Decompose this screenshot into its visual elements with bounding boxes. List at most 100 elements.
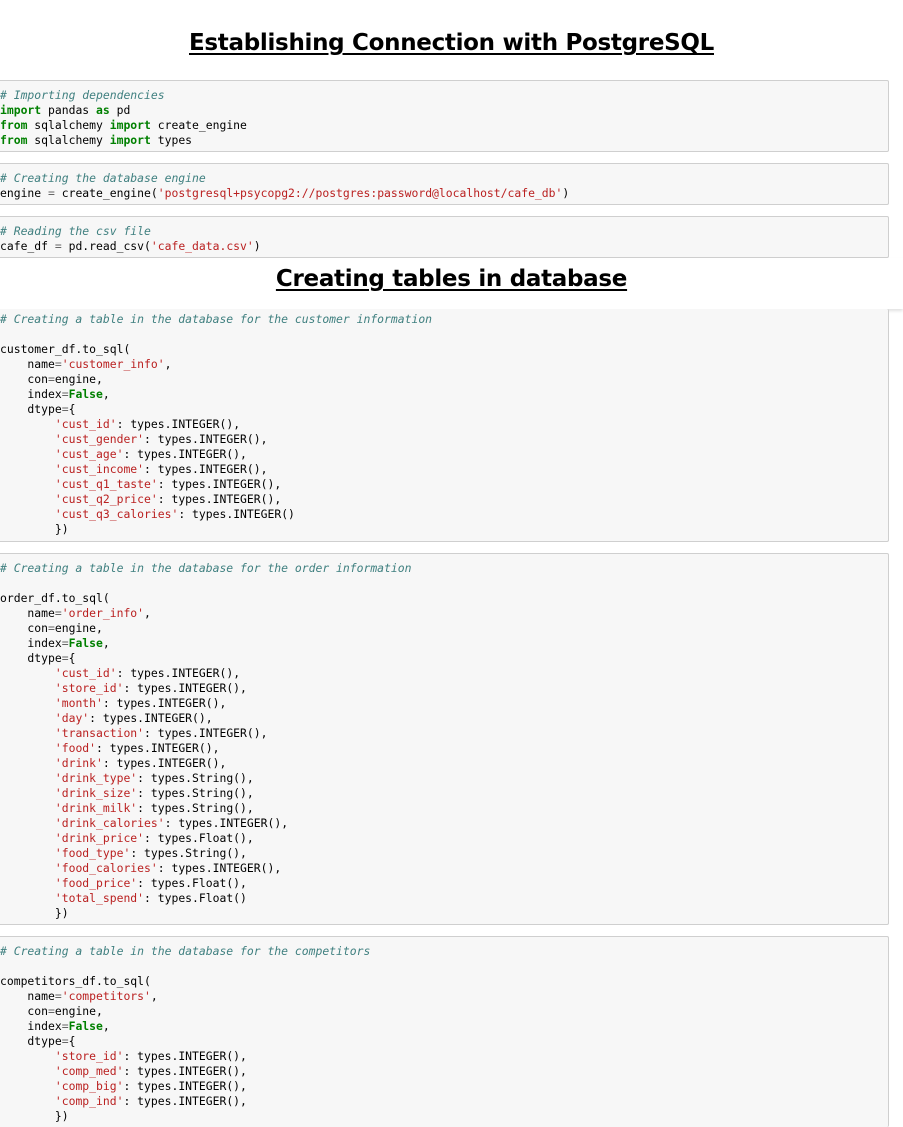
code-string: 'drink_price' (54, 831, 145, 845)
code-cell-customer-table[interactable]: # Creating a table in the database for t… (0, 309, 889, 542)
code-keyword: from (0, 133, 28, 147)
code-text: : types.INTEGER(), (123, 1064, 247, 1078)
code-text: pd.read_csv( (61, 239, 151, 253)
code-line: 'comp_ind': types.INTEGER(), (0, 1094, 888, 1109)
code-comment: # Creating a table in the database for t… (0, 944, 371, 958)
code-string: 'cust_q2_price' (54, 492, 158, 506)
code-line: 'drink_size': types.String(), (0, 786, 888, 801)
code-text: }) (0, 906, 69, 920)
code-text: : types.INTEGER(), (123, 681, 247, 695)
code-text: : types.INTEGER(), (123, 1079, 247, 1093)
code-text: : types.INTEGER(), (96, 741, 220, 755)
section-heading-tables: Creating tables in database (275, 266, 628, 292)
code-string: 'food_calories' (54, 861, 158, 875)
code-text: : types.INTEGER(), (157, 477, 282, 491)
code-line: 'food_type': types.String(), (0, 846, 888, 861)
code-line: 'store_id': types.INTEGER(), (0, 681, 888, 696)
code-text: pd (109, 103, 131, 117)
code-line: customer_df.to_sql( (0, 342, 888, 357)
code-line: 'food_price': types.Float(), (0, 876, 888, 891)
code-comment: # Importing dependencies (0, 88, 165, 102)
code-line: 'total_spend': types.Float() (0, 891, 888, 906)
code-line: 'drink_price': types.Float(), (0, 831, 888, 846)
code-operator: = (61, 636, 69, 650)
code-string: 'total_spend' (54, 891, 145, 905)
code-text: ) (562, 186, 570, 200)
code-string: 'order_info' (61, 606, 145, 620)
code-keyword: False (68, 1019, 103, 1033)
code-line: dtype={ (0, 651, 888, 666)
code-string: 'day' (54, 711, 90, 725)
code-string: 'comp_med' (54, 1064, 124, 1078)
code-line: # Creating a table in the database for t… (0, 312, 888, 327)
code-cell-competitors-table[interactable]: # Creating a table in the database for t… (0, 936, 889, 1127)
code-text: { (68, 1034, 76, 1048)
code-text: engine (0, 186, 49, 200)
code-text: competitors_df.to_sql( (0, 974, 151, 988)
code-text: con (0, 372, 49, 386)
code-text: create_engine( (54, 186, 158, 200)
code-line: 'cust_id': types.INTEGER(), (0, 666, 888, 681)
code-string: 'cust_q3_calories' (54, 507, 179, 521)
code-operator: = (61, 387, 69, 401)
code-line: 'drink_milk': types.String(), (0, 801, 888, 816)
code-cell-engine[interactable]: # Creating the database engine engine = c… (0, 163, 889, 205)
code-line: con=engine, (0, 1004, 888, 1019)
code-string: 'store_id' (54, 681, 124, 695)
code-line: 'transaction': types.INTEGER(), (0, 726, 888, 741)
code-operator: = (48, 186, 55, 200)
code-line: 'drink': types.INTEGER(), (0, 756, 888, 771)
code-block: # Creating a table in the database for t… (0, 312, 888, 537)
code-cell-imports[interactable]: # Importing dependencies import pandas as… (0, 80, 889, 152)
code-text: sqlalchemy (27, 133, 110, 147)
code-string: 'store_id' (54, 1049, 124, 1063)
code-operator: = (54, 989, 62, 1003)
code-keyword: from (0, 118, 28, 132)
code-string: 'drink_milk' (54, 801, 138, 815)
code-text: dtype (0, 1034, 62, 1048)
code-line: import pandas as pd (0, 103, 888, 118)
code-line: competitors_df.to_sql( (0, 974, 888, 989)
code-comment: # Creating the database engine (0, 171, 206, 185)
code-line: }) (0, 522, 888, 537)
code-text: , (144, 606, 151, 620)
code-line: from sqlalchemy import types (0, 133, 888, 148)
code-keyword: as (96, 103, 110, 117)
code-operator: = (48, 621, 55, 635)
code-cell-order-table[interactable]: # Creating a table in the database for t… (0, 553, 889, 925)
code-text: create_engine (150, 118, 247, 132)
code-line: con=engine, (0, 372, 888, 387)
code-text: customer_df.to_sql( (0, 342, 131, 356)
code-text: name (0, 357, 55, 371)
code-text: index (0, 636, 62, 650)
code-text: : types.INTEGER(), (102, 696, 227, 710)
code-cell-read-csv[interactable]: # Reading the csv file cafe_df = pd.read_… (0, 216, 889, 258)
code-line: }) (0, 906, 888, 921)
code-string: 'food_price' (54, 876, 138, 890)
code-string: 'comp_ind' (54, 1094, 124, 1108)
code-string: 'cust_income' (54, 462, 145, 476)
code-text: name (0, 606, 55, 620)
code-text: : types.INTEGER() (178, 507, 295, 521)
code-text: }) (0, 1109, 69, 1123)
code-line: 'cust_income': types.INTEGER(), (0, 462, 888, 477)
code-line: 'cust_q3_calories': types.INTEGER() (0, 507, 888, 522)
code-line: 'cust_id': types.INTEGER(), (0, 417, 888, 432)
code-text: cafe_df (0, 239, 55, 253)
code-line: name='competitors', (0, 989, 888, 1004)
